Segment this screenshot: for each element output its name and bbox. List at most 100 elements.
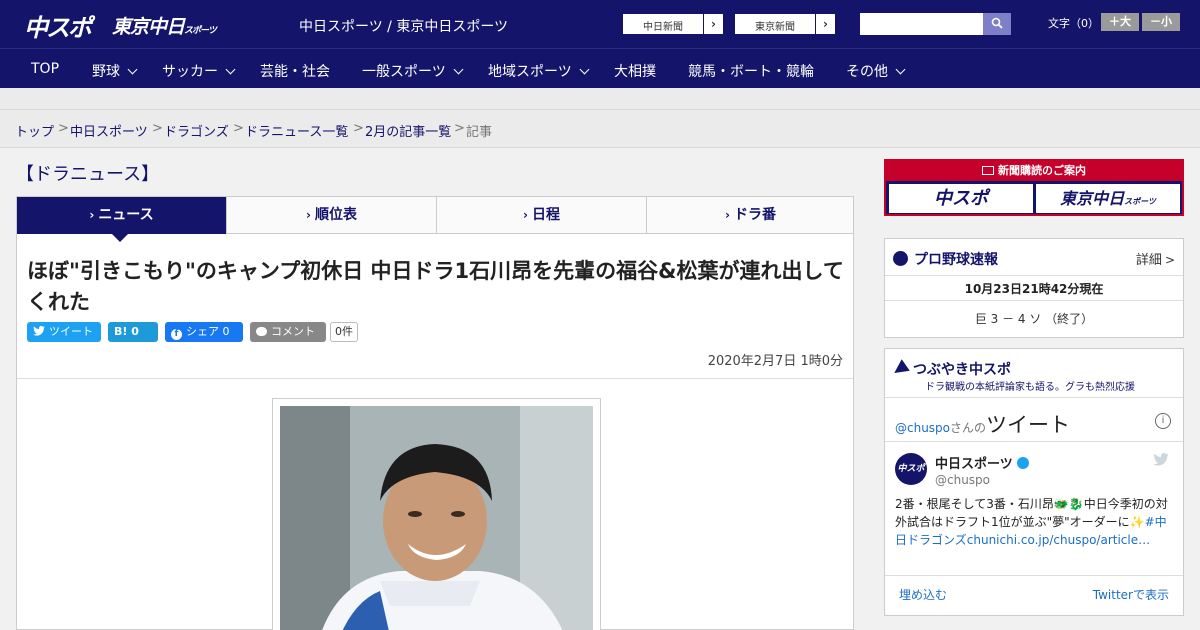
player-portrait-image	[280, 406, 593, 630]
sub-strip	[0, 88, 1200, 110]
breadcrumb-link[interactable]: トップ	[15, 121, 54, 140]
tweet-account-name[interactable]: 中日スポーツ	[935, 453, 1029, 472]
nav-item-soccer[interactable]: サッカー	[162, 61, 236, 81]
account-name-text: 中日スポーツ	[935, 457, 1013, 472]
subscription-ad[interactable]: 新聞購読のご案内 中スポ 東京中日スポーツ	[884, 159, 1184, 216]
article-body: ほぼ"引きこもり"のキャンプ初休日 中日ドラ1石川昂を先輩の福谷&松葉が連れ出し…	[16, 234, 854, 630]
chuspo-logo[interactable]: 中スポ	[24, 8, 92, 43]
site-title[interactable]: 中日スポーツ / 東京中日スポーツ	[299, 16, 508, 36]
nav-label: 大相撲	[614, 64, 656, 80]
chevron-down-icon	[579, 64, 590, 75]
chevron-right-icon: ›	[815, 14, 835, 34]
facebook-icon: f	[171, 329, 182, 340]
article-headline: ほぼ"引きこもり"のキャンプ初休日 中日ドラ1石川昂を先輩の福谷&松葉が連れ出し…	[27, 259, 844, 314]
tokyo-shimbun-label: 東京新聞	[755, 22, 795, 33]
chunichi-shimbun-button[interactable]: 中日新聞 ›	[622, 13, 724, 35]
breadcrumb-link[interactable]: ドラニュース一覧	[245, 121, 348, 140]
tab-schedule[interactable]: › 日程	[437, 197, 647, 234]
nav-label: サッカー	[162, 64, 218, 80]
article-tabs: › ニュース › 順位表 › 日程 › ドラ番	[16, 196, 854, 234]
view-on-twitter-link[interactable]: Twitterで表示	[1093, 586, 1169, 603]
section-title: 【ドラニュース】	[16, 164, 160, 185]
divider	[885, 575, 1183, 576]
divider	[885, 300, 1183, 301]
baseball-icon	[893, 251, 908, 266]
avatar[interactable]: 中スポ	[895, 453, 927, 485]
nav-label: その他	[846, 64, 888, 80]
breadcrumb: トップ > 中日スポーツ > ドラゴンズ > ドラニュース一覧 > 2月の記事一…	[0, 110, 1200, 148]
breadcrumb-current: 記事	[466, 125, 493, 140]
ad-tokyo-chunichi-logo[interactable]: 東京中日スポーツ	[1036, 184, 1180, 213]
nav-item-racing[interactable]: 競馬・ボート・競輪	[688, 61, 814, 81]
tweet-button[interactable]: ツイート	[27, 322, 101, 342]
breadcrumb-link[interactable]: 中日スポーツ	[70, 121, 148, 140]
info-icon[interactable]: i	[1155, 413, 1171, 429]
baseball-score-widget: プロ野球速報 詳細 > 10月23日21時42分現在 巨 3 － 4 ソ （終了）	[884, 238, 1184, 338]
search-input[interactable]	[860, 13, 983, 35]
chevron-down-icon	[127, 64, 138, 75]
tweet-label: ツイート	[49, 325, 93, 338]
nav-label: 競馬・ボート・競輪	[688, 64, 814, 80]
tab-label: ドラ番	[733, 207, 776, 223]
breadcrumb-link[interactable]: 2月の記事一覧	[365, 121, 451, 140]
nav-label: TOP	[31, 61, 60, 77]
search-icon	[991, 17, 1003, 29]
detail-label: 詳細	[1135, 253, 1162, 268]
ad-chuspo-logo[interactable]: 中スポ	[889, 184, 1033, 213]
twitter-timeline-header: @chuspoさんのツイート	[895, 409, 1070, 439]
nav-item-top[interactable]: TOP	[31, 61, 59, 77]
twitter-widget-title: つぶやき中スポ	[890, 359, 1011, 379]
article-photo[interactable]	[280, 406, 593, 630]
tab-news[interactable]: › ニュース	[17, 197, 227, 234]
tokyo-shimbun-button[interactable]: 東京新聞 ›	[734, 13, 836, 35]
chevron-right-icon: ›	[725, 208, 730, 222]
hatena-bookmark-button[interactable]: B! 0	[108, 322, 158, 342]
tab-label: ニュース	[98, 207, 154, 223]
comment-label: コメント	[271, 325, 315, 338]
nav-item-baseball[interactable]: 野球	[92, 61, 138, 81]
nav-item-sumo[interactable]: 大相撲	[614, 61, 656, 81]
tweet-account-username[interactable]: @chuspo	[935, 473, 990, 487]
twitter-icon	[33, 326, 45, 336]
twitter-bird-icon[interactable]	[1153, 453, 1169, 467]
chevron-right-icon: ›	[703, 14, 723, 34]
nav-item-general-sports[interactable]: 一般スポーツ	[362, 61, 464, 81]
font-smaller-button[interactable]: －小	[1142, 13, 1180, 31]
tweets-heading: ツイート	[986, 413, 1071, 437]
baseball-detail-link[interactable]: 詳細 >	[1136, 249, 1175, 268]
embed-link[interactable]: 埋め込む	[899, 586, 947, 603]
tab-label: 順位表	[314, 207, 357, 223]
handle-suffix: さんの	[950, 421, 987, 435]
tweet-text: 2番・根尾そして3番・石川昂🐲🐉中日今季初の対外試合はドラフト1位が並ぶ"夢"オ…	[895, 495, 1177, 549]
nav-item-other[interactable]: その他	[846, 61, 906, 81]
game-score[interactable]: 巨 3 － 4 ソ （終了）	[885, 310, 1183, 327]
verified-badge-icon	[1016, 457, 1029, 469]
twitter-widget: つぶやき中スポ ドラ観戦の本紙評論家も語る。グラも熱烈応援 @chuspoさんの…	[884, 348, 1184, 616]
nav-item-entertainment[interactable]: 芸能・社会	[260, 61, 330, 81]
megaphone-icon	[890, 359, 910, 379]
subscription-ad-label: 新聞購読のご案内	[998, 164, 1086, 177]
nav-label: 一般スポーツ	[362, 64, 446, 80]
tab-reporter[interactable]: › ドラ番	[647, 197, 854, 234]
tab-standings[interactable]: › 順位表	[227, 197, 437, 234]
comment-button[interactable]: コメント	[250, 322, 326, 342]
font-larger-button[interactable]: ＋大	[1101, 13, 1139, 31]
breadcrumb-link[interactable]: ドラゴンズ	[164, 121, 229, 140]
chevron-down-icon	[895, 64, 906, 75]
main-nav: TOP 野球 サッカー 芸能・社会 一般スポーツ 地域スポーツ 大相撲 競馬・ボ…	[0, 48, 1200, 88]
speech-bubble-icon	[256, 327, 267, 336]
twitter-handle-link[interactable]: @chuspo	[895, 421, 950, 435]
search-button[interactable]	[983, 13, 1011, 35]
comment-count[interactable]: 0件	[330, 322, 358, 342]
tokyo-chunichi-logo[interactable]: 東京中日スポーツ	[112, 12, 217, 39]
active-tab-pointer	[112, 234, 128, 242]
chevron-down-icon	[225, 64, 236, 75]
divider	[17, 378, 853, 379]
chevron-right-icon: ›	[523, 208, 528, 222]
facebook-share-button[interactable]: f シェア 0	[165, 322, 243, 342]
article-date: 2020年2月7日 1時0分	[707, 354, 843, 369]
breadcrumb-separator: >	[58, 121, 69, 136]
baseball-widget-title: プロ野球速報	[893, 249, 998, 269]
nav-label: 芸能・社会	[260, 64, 330, 80]
nav-item-local-sports[interactable]: 地域スポーツ	[488, 61, 590, 81]
